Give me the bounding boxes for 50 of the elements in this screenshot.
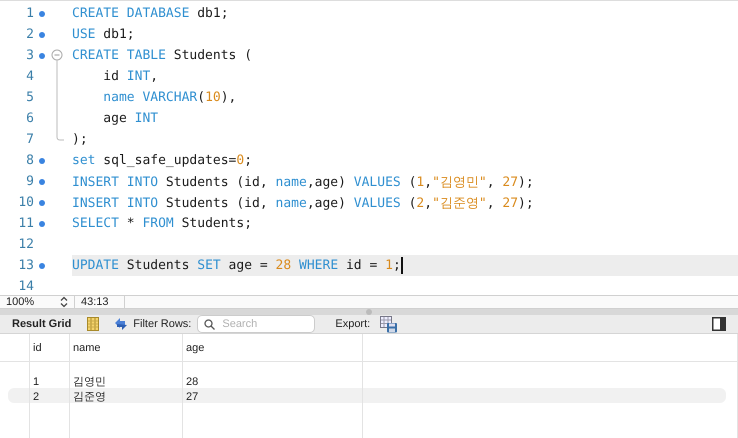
column-header[interactable]: name [73, 342, 101, 354]
code-line: UPDATE Students SET age = 28 WHERE id = 1; [72, 258, 401, 273]
table-cell: 28 [186, 376, 198, 388]
line-number: 2 [25, 27, 34, 42]
line-number: 3 [25, 48, 34, 63]
code-line: INSERT INTO Students (id, name,age) VALUES (2,"김준영", 27); [72, 194, 534, 212]
code-line: age INT [102, 111, 158, 126]
line-number: 13 [17, 258, 34, 273]
line-number: 11 [17, 216, 34, 231]
code-line: USE db1; [72, 27, 135, 42]
fold-icon[interactable] [51, 49, 63, 66]
columns-icon[interactable] [87, 317, 100, 331]
result-grid-label: Result Grid [12, 318, 72, 330]
column-header[interactable]: id [33, 342, 42, 354]
code-line: set sql_safe_updates=0; [72, 153, 252, 168]
refresh-icon[interactable] [113, 317, 130, 331]
code-line: name VARCHAR(10), [102, 90, 236, 105]
line-number: 14 [17, 279, 34, 294]
stepper-icon[interactable] [60, 296, 68, 308]
code-line: SELECT * FROM Students; [72, 216, 252, 231]
search-field[interactable]: Search [197, 315, 316, 333]
cursor-position: 43:13 [81, 296, 109, 308]
line-number: 7 [25, 132, 34, 147]
panel-toggle-icon[interactable] [712, 317, 726, 331]
column-header[interactable]: age [186, 342, 204, 354]
code-line: CREATE DATABASE db1; [72, 6, 229, 21]
code-line: INSERT INTO Students (id, name,age) VALUES (1,"김영민", 27); [72, 174, 534, 190]
export-label: Export: [335, 318, 370, 330]
code-line: id INT, [102, 69, 158, 84]
line-number: 1 [25, 6, 34, 21]
line-number: 6 [25, 111, 34, 126]
code-line: CREATE TABLE Students ( [72, 48, 252, 63]
table-cell-text: 김영민 [73, 375, 106, 389]
text-cursor [400, 257, 403, 274]
splitter-handle-icon[interactable] [366, 309, 372, 315]
line-number: 8 [25, 153, 34, 168]
table-cell: 1 [33, 376, 40, 388]
export-icon[interactable] [380, 316, 398, 332]
table-cell-text: 김준영 [73, 390, 106, 404]
zoom-level: 100% [6, 296, 34, 308]
line-number: 10 [17, 195, 34, 210]
line-number: 9 [25, 174, 34, 189]
table-cell: 2 [33, 390, 40, 402]
line-number: 4 [25, 69, 34, 84]
table-cell: 27 [186, 390, 198, 402]
code-line: ); [72, 132, 88, 147]
line-number: 5 [25, 90, 34, 105]
search-icon [204, 319, 216, 330]
line-number: 12 [17, 237, 34, 252]
filter-rows-label: Filter Rows: [133, 318, 192, 330]
